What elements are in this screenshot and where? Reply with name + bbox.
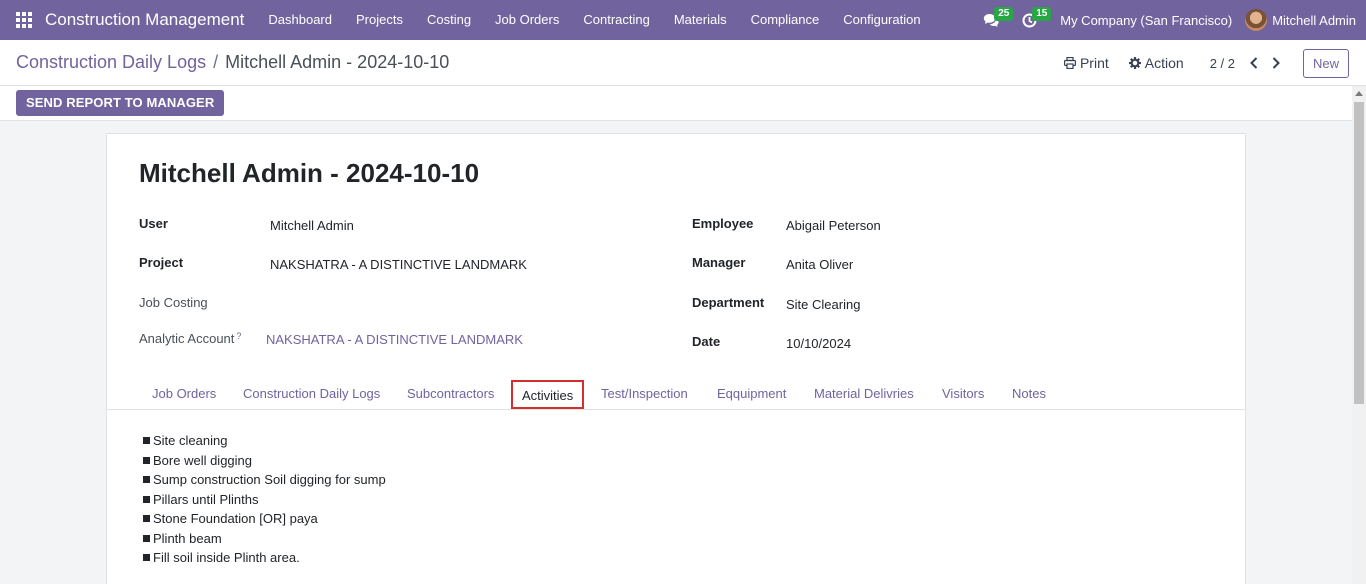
menu-item-job-orders[interactable]: Job Orders [483, 0, 571, 40]
form-sheet: Mitchell Admin - 2024-10-10 User Mitchel… [106, 133, 1246, 584]
activities-button[interactable]: 15 [1010, 0, 1052, 40]
help-tooltip-icon[interactable]: ? [236, 331, 241, 341]
send-report-to-manager-button[interactable]: SEND REPORT TO MANAGER [16, 90, 225, 116]
tab-subcontractors[interactable]: Subcontractors [407, 386, 494, 401]
manager-label: Manager [692, 255, 746, 270]
chevron-right-icon [1272, 57, 1280, 69]
action-button[interactable]: Action [1119, 55, 1194, 71]
manager-field[interactable]: Anita Oliver [786, 257, 853, 272]
user-label: User [139, 216, 168, 231]
apps-menu-icon[interactable] [4, 0, 44, 40]
bullet-square-icon [143, 534, 150, 542]
user-field[interactable]: Mitchell Admin [270, 218, 354, 233]
pager-value[interactable]: 2 / 2 [1210, 56, 1235, 71]
list-item-text: Sump construction Soil digging for sump [153, 472, 386, 487]
menu-item-contracting[interactable]: Contracting [571, 0, 661, 40]
list-item: Site cleaning [143, 431, 386, 451]
date-label: Date [692, 334, 721, 349]
tab-notes[interactable]: Notes [1012, 386, 1046, 401]
tab-test-inspection[interactable]: Test/Inspection [601, 386, 688, 401]
bullet-square-icon [143, 495, 150, 503]
tab-equipment[interactable]: Eqquipment [717, 386, 786, 401]
printer-icon [1063, 57, 1076, 69]
employee-field[interactable]: Abigail Peterson [786, 218, 881, 233]
tab-job-orders[interactable]: Job Orders [152, 386, 216, 401]
top-navbar: Construction Management Dashboard Projec… [0, 0, 1366, 40]
breadcrumb-current: Mitchell Admin - 2024-10-10 [225, 52, 450, 72]
app-brand[interactable]: Construction Management [45, 10, 244, 30]
menu-item-dashboard[interactable]: Dashboard [256, 0, 344, 40]
list-item: Pillars until Plinths [143, 490, 386, 510]
breadcrumb-separator: / [213, 52, 219, 72]
list-item-text: Fill soil inside Plinth area. [153, 550, 300, 565]
control-actions: Print Action 2 / 2 New [1054, 40, 1366, 86]
date-field[interactable]: 10/10/2024 [786, 336, 851, 351]
new-record-button[interactable]: New [1302, 48, 1349, 78]
scroll-thumb[interactable] [1354, 102, 1364, 404]
vertical-scrollbar[interactable] [1352, 86, 1366, 584]
bullet-square-icon [143, 515, 150, 522]
department-label: Department [692, 295, 765, 310]
control-panel: Construction Daily Logs / Mitchell Admin… [0, 40, 1366, 86]
project-field[interactable]: NAKSHATRA - A DISTINCTIVE LANDMARK [270, 257, 527, 272]
pager-next-button[interactable] [1265, 51, 1287, 75]
chevron-left-icon [1250, 57, 1258, 69]
pager-previous-button[interactable] [1243, 51, 1265, 75]
list-item-text: Plinth beam [153, 530, 222, 546]
menu-item-costing[interactable]: Costing [415, 0, 483, 40]
activities-count-badge: 15 [1032, 7, 1052, 21]
navbar-systray: 25 15 My Company (San Francisco) Mitchel… [972, 0, 1366, 40]
messages-button[interactable]: 25 [972, 0, 1014, 40]
company-switcher[interactable]: My Company (San Francisco) [1048, 13, 1245, 28]
gear-icon [1128, 57, 1141, 69]
list-item: Fill soil inside Plinth area. [143, 548, 386, 568]
bullet-square-icon [143, 437, 150, 444]
tab-visitors[interactable]: Visitors [942, 386, 984, 401]
action-label: Action [1144, 55, 1184, 71]
avatar [1245, 9, 1268, 31]
list-item-text: Stone Foundation [OR] paya [153, 511, 318, 526]
tab-activities[interactable]: Activities [511, 380, 585, 409]
list-item-text: Pillars until Plinths [153, 491, 259, 507]
list-item-text: Site cleaning [153, 433, 228, 448]
bullet-square-icon [143, 456, 150, 464]
menu-item-materials[interactable]: Materials [662, 0, 739, 40]
bullet-square-icon [143, 554, 150, 561]
analytic-account-label-text: Analytic Account [139, 331, 235, 346]
department-field[interactable]: Site Clearing [786, 297, 860, 312]
user-name: Mitchell Admin [1272, 12, 1356, 28]
activities-list[interactable]: Site cleaning Bore well digging Sump con… [143, 431, 386, 568]
record-title: Mitchell Admin - 2024-10-10 [139, 158, 480, 188]
job-costing-label: Job Costing [139, 295, 208, 310]
scroll-up-arrow-icon[interactable] [1355, 91, 1363, 96]
tab-construction-daily-logs[interactable]: Construction Daily Logs [243, 386, 380, 401]
breadcrumb-parent-link[interactable]: Construction Daily Logs [16, 52, 206, 72]
main-menu: Dashboard Projects Costing Job Orders Co… [256, 0, 932, 40]
bullet-square-icon [143, 476, 150, 483]
project-label: Project [139, 255, 184, 270]
user-menu[interactable]: Mitchell Admin [1245, 9, 1366, 31]
list-item: Sump construction Soil digging for sump [143, 470, 386, 490]
form-statusbar: SEND REPORT TO MANAGER [0, 86, 1352, 121]
analytic-account-label: Analytic Account? [139, 331, 241, 346]
list-item: Plinth beam [143, 529, 386, 549]
tab-material-deliveries[interactable]: Material Delivries [814, 386, 914, 401]
employee-label: Employee [692, 216, 754, 231]
breadcrumb: Construction Daily Logs / Mitchell Admin… [16, 52, 449, 73]
print-button[interactable]: Print [1054, 55, 1119, 71]
menu-item-projects[interactable]: Projects [344, 0, 415, 40]
list-item: Bore well digging [143, 451, 386, 471]
menu-item-compliance[interactable]: Compliance [739, 0, 832, 40]
analytic-account-field[interactable]: NAKSHATRA - A DISTINCTIVE LANDMARK [266, 332, 523, 347]
list-item: Stone Foundation [OR] paya [143, 509, 386, 529]
list-item-text: Bore well digging [153, 452, 253, 468]
print-label: Print [1079, 55, 1109, 71]
notebook-tabs: Job Orders Construction Daily Logs Subco… [107, 378, 1245, 410]
menu-item-configuration[interactable]: Configuration [831, 0, 932, 40]
